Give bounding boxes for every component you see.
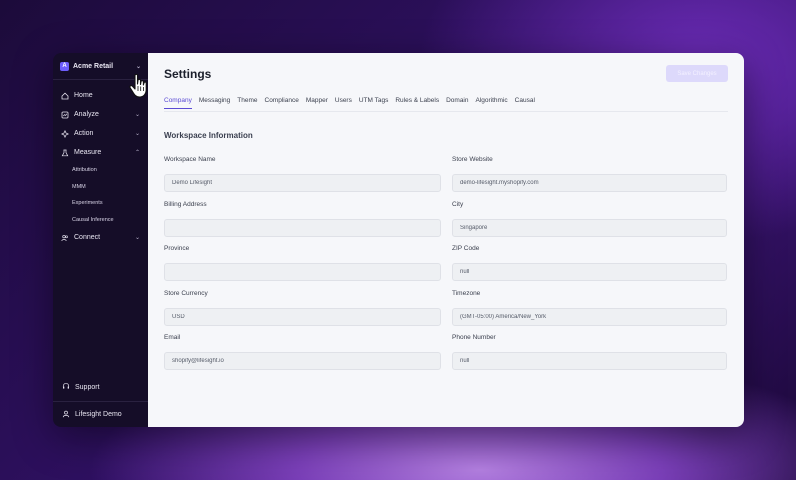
field-label: Email: [164, 334, 181, 341]
workspace-name-field: Workspace Name: [164, 156, 441, 192]
sidebar-subitem-causal-inference[interactable]: Causal Inference: [53, 212, 148, 229]
chevron-up-icon: ⌃: [134, 150, 140, 156]
billing-address-field: Billing Address: [164, 201, 441, 237]
users-icon: [61, 234, 69, 242]
billing-address-input[interactable]: [164, 219, 441, 237]
field-label: Billing Address: [164, 201, 207, 208]
hand-pointer-cursor-icon: [127, 72, 153, 100]
field-label: Province: [164, 245, 190, 252]
tab-users[interactable]: Users: [335, 97, 352, 109]
field-label: Store Website: [452, 156, 493, 163]
app-window: A Acme Retail ⌄ Home Analyze ⌄ Action ⌄ …: [53, 53, 744, 427]
field-label: City: [452, 201, 464, 208]
email-field: Email: [164, 334, 441, 370]
chevron-down-icon: ⌄: [134, 112, 140, 118]
sidebar-subitem-mmm[interactable]: MMM: [53, 179, 148, 196]
workspace-name: Acme Retail: [73, 62, 114, 70]
page-title: Settings: [164, 67, 212, 81]
field-label: Phone Number: [452, 334, 496, 341]
sidebar-item-action[interactable]: Action ⌄: [53, 124, 148, 143]
tab-utm-tags[interactable]: UTM Tags: [359, 97, 389, 109]
workspace-name-input[interactable]: [164, 174, 441, 192]
store-currency-input[interactable]: [164, 308, 441, 326]
tab-compliance[interactable]: Compliance: [265, 97, 299, 109]
sidebar-subitem-attribution[interactable]: Attribution: [53, 162, 148, 179]
tab-theme[interactable]: Theme: [237, 97, 257, 109]
timezone-input[interactable]: [452, 308, 727, 326]
sidebar-item-analyze[interactable]: Analyze ⌄: [53, 105, 148, 124]
tab-mapper[interactable]: Mapper: [306, 97, 328, 109]
email-input[interactable]: [164, 352, 441, 370]
user-icon: [62, 410, 70, 420]
user-menu[interactable]: Lifesight Demo: [53, 401, 148, 427]
tabs-divider: [164, 111, 728, 112]
phone-number-field: Phone Number: [452, 334, 727, 370]
timezone-field: Timezone: [452, 290, 727, 326]
chevron-down-icon: ⌄: [134, 235, 140, 241]
tab-causal[interactable]: Causal: [515, 97, 535, 109]
field-label: ZIP Code: [452, 245, 480, 252]
field-label: Store Currency: [164, 290, 208, 297]
tab-domain[interactable]: Domain: [446, 97, 468, 109]
sidebar-item-label: Action: [74, 130, 94, 137]
zip-code-input[interactable]: [452, 263, 727, 281]
sidebar-nav: Home Analyze ⌄ Action ⌄ Measure ⌃ Attrib…: [53, 86, 148, 247]
zip-code-field: ZIP Code: [452, 245, 727, 281]
tab-messaging[interactable]: Messaging: [199, 97, 230, 109]
store-currency-field: Store Currency: [164, 290, 441, 326]
sidebar: A Acme Retail ⌄ Home Analyze ⌄ Action ⌄ …: [53, 53, 148, 427]
sidebar-item-label: Measure: [74, 149, 102, 156]
tab-company[interactable]: Company: [164, 97, 192, 109]
user-name: Lifesight Demo: [75, 411, 122, 418]
action-icon: [61, 129, 69, 138]
chevron-down-icon: ⌄: [135, 63, 141, 70]
section-title: Workspace Information: [164, 131, 253, 140]
chevron-down-icon: ⌄: [134, 131, 140, 137]
analyze-icon: [61, 111, 69, 119]
tab-rules-labels[interactable]: Rules & Labels: [395, 97, 439, 109]
phone-number-input[interactable]: [452, 352, 727, 370]
sidebar-item-label: Analyze: [74, 111, 99, 118]
sidebar-item-measure[interactable]: Measure ⌃: [53, 143, 148, 162]
workspace-logo: A: [60, 61, 69, 71]
field-label: Timezone: [452, 290, 481, 297]
settings-main: Settings Save Changes Company Messaging …: [148, 53, 744, 427]
home-icon: [61, 92, 69, 100]
headset-icon: [62, 382, 70, 392]
city-input[interactable]: [452, 219, 727, 237]
flask-icon: [61, 149, 69, 157]
sidebar-item-label: Connect: [74, 234, 101, 241]
save-changes-button[interactable]: Save Changes: [666, 65, 728, 82]
store-website-field: Store Website: [452, 156, 727, 192]
province-input[interactable]: [164, 263, 441, 281]
sidebar-subitem-experiments[interactable]: Experiments: [53, 195, 148, 212]
support-label: Support: [75, 383, 100, 391]
field-label: Workspace Name: [164, 156, 216, 163]
settings-tabs: Company Messaging Theme Compliance Mappe…: [164, 97, 535, 109]
store-website-input[interactable]: [452, 174, 727, 192]
tab-algorithmic[interactable]: Algorithmic: [476, 97, 508, 109]
city-field: City: [452, 201, 727, 237]
province-field: Province: [164, 245, 441, 281]
sidebar-item-connect[interactable]: Connect ⌄: [53, 228, 148, 247]
support-link[interactable]: Support: [53, 376, 148, 398]
